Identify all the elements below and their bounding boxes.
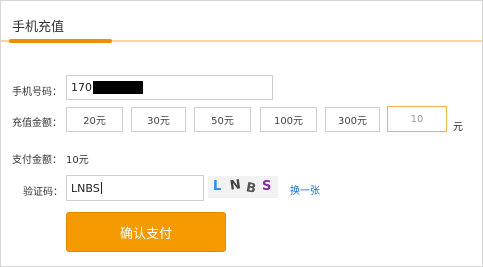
confirm-pay-button[interactable]: 确认支付 bbox=[66, 212, 226, 252]
captcha-label: 验证码： bbox=[23, 187, 63, 198]
amount-option-30[interactable]: 30元 bbox=[131, 107, 186, 132]
amount-option-50[interactable]: 50元 bbox=[194, 107, 251, 132]
captcha-char: S bbox=[262, 179, 272, 194]
phone-input-value: 170 bbox=[71, 81, 92, 94]
title-active-indicator bbox=[9, 39, 112, 43]
captcha-char: B bbox=[244, 180, 258, 197]
captcha-input[interactable]: LNBS bbox=[66, 175, 204, 201]
redaction-block bbox=[93, 81, 143, 94]
payment-value: 10元 bbox=[66, 155, 89, 166]
amount-option-300[interactable]: 300元 bbox=[325, 107, 380, 132]
captcha-char: N bbox=[229, 177, 242, 194]
payment-label: 支付金额： bbox=[12, 155, 62, 166]
refresh-captcha-link[interactable]: 换一张 bbox=[290, 182, 320, 197]
amount-option-100[interactable]: 100元 bbox=[260, 107, 317, 132]
amount-option-20[interactable]: 20元 bbox=[66, 107, 123, 132]
captcha-image: L N B S bbox=[208, 176, 278, 198]
page-title: 手机充值 bbox=[12, 20, 65, 35]
phone-label: 手机号码： bbox=[12, 87, 62, 98]
captcha-input-value: LNBS bbox=[71, 181, 100, 195]
custom-amount-input[interactable]: 10 bbox=[387, 106, 447, 132]
recharge-panel: 手机充值 手机号码： 170 充值金额： 20元 30元 50元 100元 30… bbox=[0, 0, 483, 267]
currency-unit: 元 bbox=[453, 122, 463, 133]
amount-label: 充值金额： bbox=[12, 118, 62, 129]
text-cursor bbox=[100, 182, 102, 194]
captcha-char: L bbox=[213, 179, 222, 194]
phone-input[interactable]: 170 bbox=[66, 75, 273, 100]
